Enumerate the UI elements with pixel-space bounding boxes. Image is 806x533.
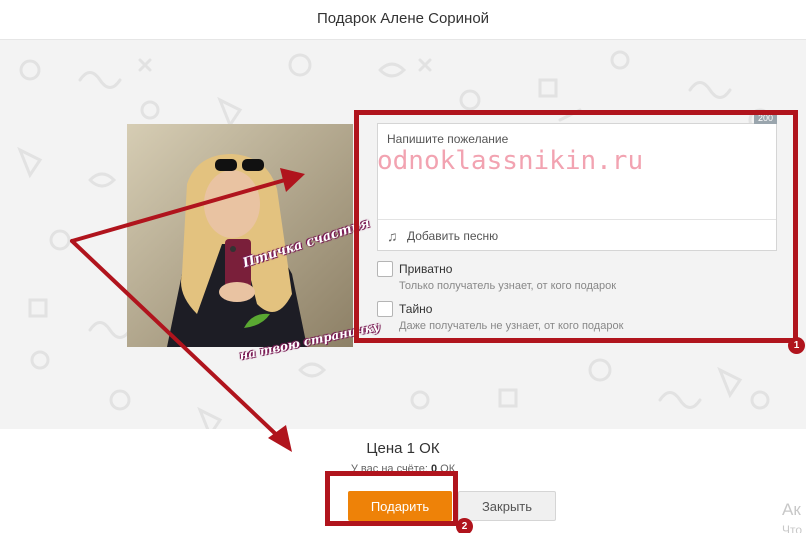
annotation-badge-2: 2 <box>456 518 473 533</box>
os-activation-watermark-sub: Что <box>782 523 803 533</box>
close-button[interactable]: Закрыть <box>458 491 556 521</box>
gift-dialog: Подарок Алене Сориной Птичка счастья на … <box>0 0 806 533</box>
leaf-icon <box>244 313 270 328</box>
annotation-badge-1: 1 <box>788 337 805 354</box>
annotation-box-2 <box>325 471 458 526</box>
dialog-title: Подарок Алене Сориной <box>0 0 806 40</box>
os-activation-watermark: Ак <box>782 500 801 519</box>
price-label: Цена 1 ОК <box>366 440 440 457</box>
annotation-box-1 <box>354 110 798 343</box>
